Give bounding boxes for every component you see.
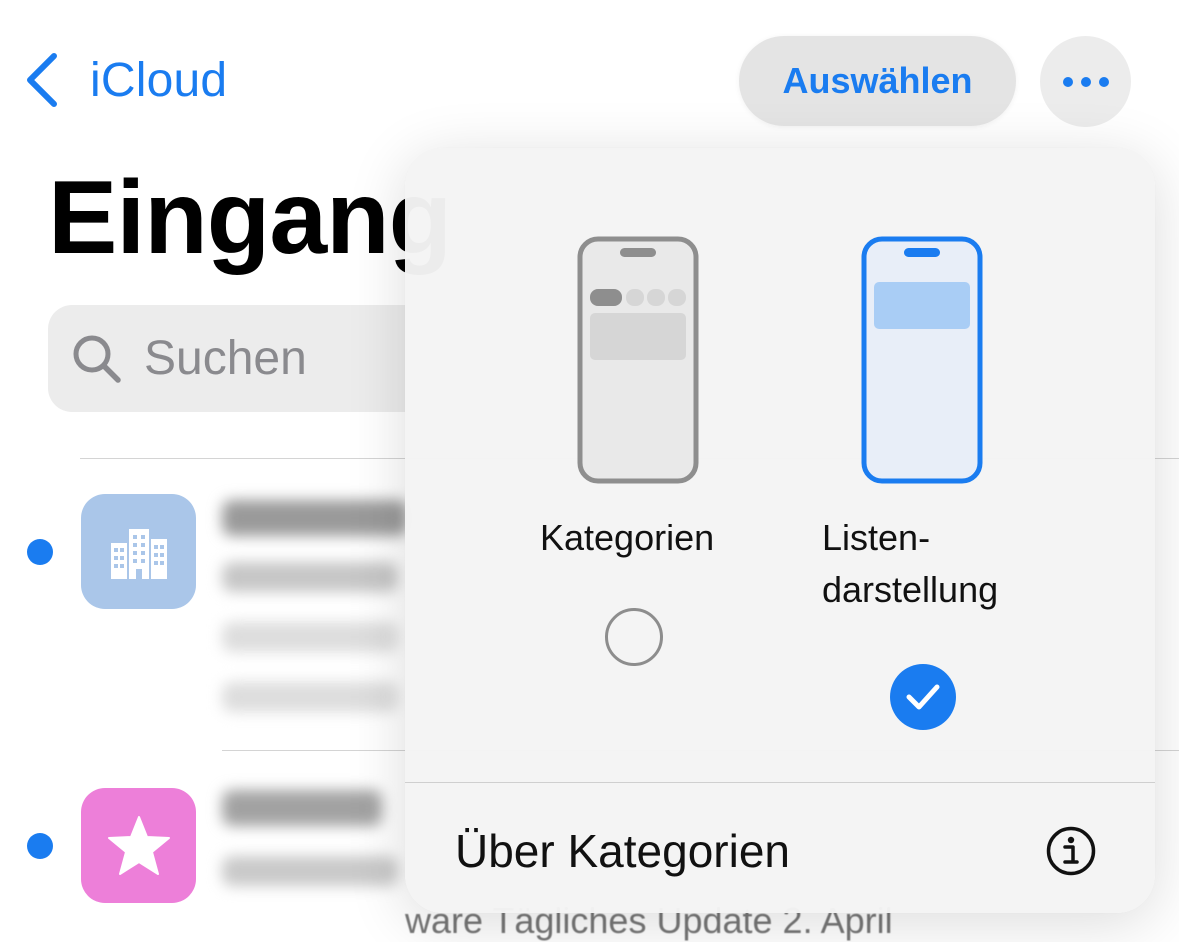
blurred-sender <box>222 500 408 536</box>
star-icon <box>107 815 170 875</box>
phone-categories-icon <box>577 236 699 484</box>
option-label: Kategorien <box>540 517 715 558</box>
back-button[interactable]: iCloud <box>22 48 227 112</box>
more-button[interactable] <box>1040 36 1131 127</box>
view-options-popover: Kategorien Listen- darstellung Über Kate… <box>405 148 1155 913</box>
ellipsis-icon <box>1062 76 1109 87</box>
blurred-subject <box>222 856 398 886</box>
blurred-preview <box>222 622 398 652</box>
buildings-icon <box>110 528 167 579</box>
sender-avatar[interactable] <box>81 494 196 609</box>
unread-indicator <box>27 833 53 859</box>
chevron-left-icon <box>27 53 57 107</box>
option-label-line2: darstellung <box>822 569 999 610</box>
blurred-sender <box>222 790 382 826</box>
back-label: iCloud <box>90 53 228 107</box>
blurred-preview <box>222 682 398 712</box>
about-categories-label: Über Kategorien <box>455 825 790 877</box>
checkmark-icon <box>906 684 940 710</box>
page-title: Eingang <box>48 160 452 276</box>
option-label-line1: Listen- <box>822 517 931 558</box>
unread-indicator <box>27 539 53 565</box>
search-icon <box>73 335 121 383</box>
blurred-subject <box>222 562 398 592</box>
radio-unselected <box>605 608 663 666</box>
about-categories-item[interactable]: Über Kategorien <box>405 783 1155 913</box>
search-placeholder: Suchen <box>144 332 307 385</box>
select-button[interactable]: Auswählen <box>739 36 1016 126</box>
sender-avatar[interactable] <box>81 788 196 903</box>
info-circle-icon <box>1046 826 1096 876</box>
radio-selected <box>890 664 956 730</box>
phone-list-view-icon <box>861 236 983 484</box>
option-listendarstellung[interactable]: Listen- darstellung <box>805 228 1065 738</box>
option-kategorien[interactable]: Kategorien <box>505 228 770 698</box>
